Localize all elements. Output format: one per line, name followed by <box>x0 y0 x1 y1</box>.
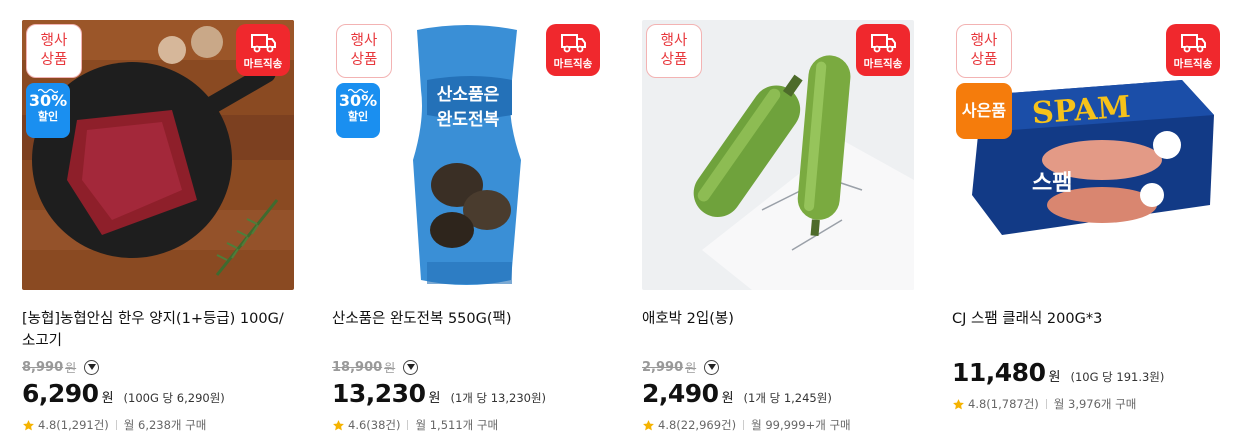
monthly-purchases: 월 99,999+개 구매 <box>751 418 851 432</box>
mart-delivery-badge: 마트직송 <box>1166 24 1220 76</box>
product-image-zucchini[interactable]: 행사 상품 마트직송 <box>642 20 914 290</box>
rating-text: 4.6(38건) <box>348 418 401 432</box>
price-row: 13,230 원 (1개 당 13,230원) <box>332 379 547 408</box>
price-row: 6,290 원 (100G 당 6,290원) <box>22 379 225 408</box>
rating-row: 4.6(38건) 월 1,511개 구매 <box>332 417 604 433</box>
discount-badge: 30% 할인 <box>336 83 380 138</box>
chevron-down-icon[interactable] <box>704 359 720 375</box>
product-card[interactable]: 산소품은 완도전복 행사 상품 마트직송 30% 할인 산소품은 완도전복 55… <box>332 20 604 440</box>
product-name[interactable]: CJ 스팸 클래식 200G*3 <box>952 308 1224 352</box>
gift-badge: 사은품 <box>956 83 1012 139</box>
truck-icon <box>251 34 276 53</box>
event-product-badge: 행사 상품 <box>956 24 1012 78</box>
unit-price: (10G 당 191.3원) <box>1070 370 1165 384</box>
monthly-purchases: 월 1,511개 구매 <box>415 418 499 432</box>
sale-price: 2,490 <box>642 379 719 408</box>
rating-row: 4.8(1,291건) 월 6,238개 구매 <box>22 417 294 433</box>
original-price: 18,900 <box>332 359 383 375</box>
mart-delivery-badge: 마트직송 <box>546 24 600 76</box>
star-icon <box>23 419 34 430</box>
chevron-down-icon[interactable] <box>403 359 419 375</box>
event-product-badge: 행사 상품 <box>336 24 392 78</box>
original-price: 8,990 <box>22 359 64 375</box>
product-image-spam[interactable]: SPAM 스팸 행사 상품 마트직송 사은품 <box>952 20 1224 290</box>
sale-price: 6,290 <box>22 379 99 408</box>
chevron-down-icon[interactable] <box>84 359 100 375</box>
svg-text:완도전복: 완도전복 <box>437 110 500 130</box>
event-product-badge: 행사 상품 <box>646 24 702 78</box>
discount-badge: 30% 할인 <box>26 83 70 138</box>
truck-icon <box>1181 34 1206 53</box>
svg-text:SPAM: SPAM <box>1031 90 1132 132</box>
original-price: 2,990 <box>642 359 684 375</box>
event-product-badge: 행사 상품 <box>26 24 82 78</box>
sale-price: 11,480 <box>952 358 1046 387</box>
unit-price: (1개 당 1,245원) <box>743 391 832 405</box>
rating-row: 4.8(1,787건) 월 3,976개 구매 <box>952 396 1224 412</box>
product-name[interactable]: 애호박 2입(봉) <box>642 308 914 352</box>
rating-text: 4.8(1,291건) <box>38 418 109 432</box>
svg-text:산소품은: 산소품은 <box>437 85 500 105</box>
product-name[interactable]: [농협]농협안심 한우 양지(1+등급) 100G/소고기 <box>22 308 294 352</box>
truck-icon <box>871 34 896 53</box>
price-row: 11,480 원 (10G 당 191.3원) <box>952 358 1165 387</box>
monthly-purchases: 월 6,238개 구매 <box>123 418 207 432</box>
original-price-row: 8,990 원 <box>22 357 294 377</box>
star-icon <box>953 398 964 409</box>
product-grid: 행사 상품 마트직송 30% 할인 [농협]농협안심 한우 양지(1+등급) 10… <box>0 0 1234 447</box>
sale-price: 13,230 <box>332 379 426 408</box>
price-row: 2,490 원 (1개 당 1,245원) <box>642 379 832 408</box>
product-card[interactable]: SPAM 스팸 행사 상품 마트직송 사은품 CJ 스팸 클래식 200G*3 … <box>952 20 1224 440</box>
original-price-row: 2,990 원 <box>642 357 914 377</box>
rating-text: 4.8(22,969건) <box>658 418 737 432</box>
product-image-abalone[interactable]: 산소품은 완도전복 행사 상품 마트직송 30% 할인 <box>332 20 604 290</box>
unit-price: (1개 당 13,230원) <box>450 391 547 405</box>
star-icon <box>333 419 344 430</box>
svg-text:스팸: 스팸 <box>1032 171 1072 196</box>
rating-row: 4.8(22,969건) 월 99,999+개 구매 <box>642 417 914 433</box>
product-image-beef[interactable]: 행사 상품 마트직송 30% 할인 <box>22 20 294 290</box>
mart-delivery-badge: 마트직송 <box>856 24 910 76</box>
product-card[interactable]: 행사 상품 마트직송 30% 할인 [농협]농협안심 한우 양지(1+등급) 10… <box>22 20 294 440</box>
original-price-row: 18,900 원 <box>332 357 604 377</box>
unit-price: (100G 당 6,290원) <box>123 391 225 405</box>
truck-icon <box>561 34 586 53</box>
monthly-purchases: 월 3,976개 구매 <box>1053 397 1137 411</box>
star-icon <box>643 419 654 430</box>
product-name[interactable]: 산소품은 완도전복 550G(팩) <box>332 308 604 352</box>
mart-delivery-badge: 마트직송 <box>236 24 290 76</box>
rating-text: 4.8(1,787건) <box>968 397 1039 411</box>
product-card[interactable]: 행사 상품 마트직송 애호박 2입(봉) 2,990 원 2,490 원 (1개… <box>642 20 914 440</box>
